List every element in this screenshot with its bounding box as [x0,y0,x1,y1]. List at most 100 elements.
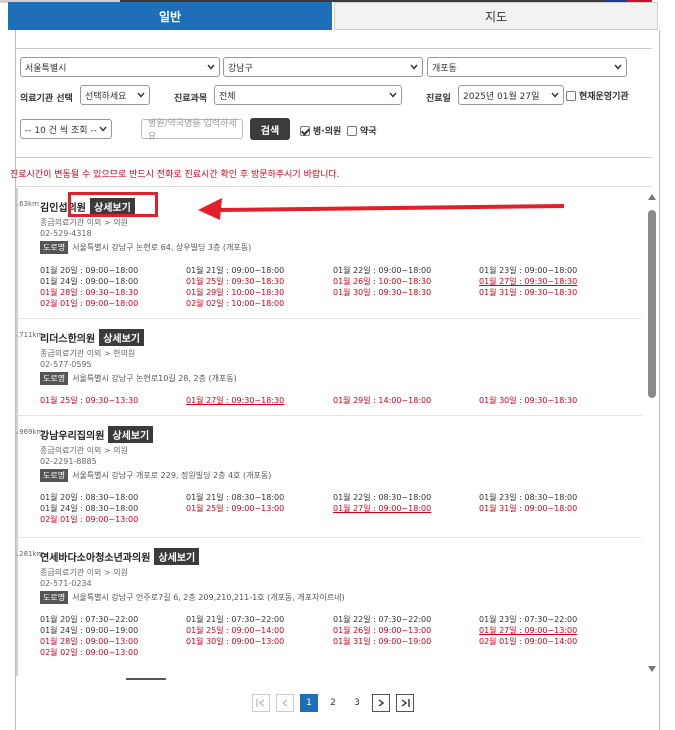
page-button-3[interactable]: 3 [348,694,366,712]
road-badge: 도로명 [40,469,69,482]
detail-button[interactable]: 상세보기 [154,548,200,565]
scroll-down-arrow-icon[interactable] [648,666,656,672]
clinic-name: 강남우리집의원 [40,431,105,442]
dong-select-value: 개포동 [432,63,457,74]
list-item: 14.969km 강남우리집의원 상세보기 종급의료기관 이외 > 의원 02-… [16,416,642,538]
hours-cell: 01월 26일 : 10:00~18:30 [333,277,432,286]
institution-select[interactable]: 선택하세요 [80,85,150,105]
hospital-clinic-checkbox[interactable]: 병·의원 [300,124,341,137]
clinic-name: 연세바다소아청소년과의원 [40,553,151,564]
clinic-phone: 02-571-0234 [40,579,92,588]
operating-checkbox[interactable]: 현재운영기관 [566,89,629,102]
hours-cell: 01월 24일 : 09:00~19:00 [40,626,139,635]
city-select-value: 서울특별시 [25,63,67,74]
double-chevron-left-icon [256,699,265,707]
clinic-address-row: 도로명 서울특별시 강남구 논현로 64, 상우빌딩 3층 (개포동) [40,241,251,254]
city-select[interactable]: 서울특별시 [20,57,220,77]
chevron-right-icon [378,699,385,707]
page-button-1[interactable]: 1 [300,694,318,712]
hours-grid: 01월 20일 : 08:30~18:00 01월 21일 : 08:30~18… [40,492,630,526]
hours-grid: 01월 25일 : 09:30~13:30 01월 27일 : 09:30~18… [40,395,630,407]
double-chevron-right-icon [401,699,410,707]
district-select[interactable]: 강남구 [223,57,423,77]
chevron-down-icon [551,92,559,98]
hours-cell: 02월 01일 : 09:00~14:00 [479,637,578,646]
road-badge: 도로명 [40,372,69,385]
hours-cell: 01월 25일 : 09:30~18:30 [186,277,285,286]
hours-cell: 02월 01일 : 09:00~13:00 [40,515,139,524]
clinic-address: 서울특별시 강남구 논현로 64, 상우빌딩 3층 (개포동) [72,243,252,252]
clinic-address-row: 도로명 서울특별시 강남구 언주로7길 6, 2층 209,210,211-1호… [40,591,345,604]
last-page-button[interactable] [396,694,414,712]
hours-cell: 02월 01일 : 09:00~18:00 [40,299,139,308]
next-page-button[interactable] [372,694,390,712]
clinic-category: 종급의료기관 이외 > 의원 [40,218,128,227]
clinic-category: 종급의료기관 이외 > 의원 [40,446,128,455]
hours-cell: 01월 24일 : 08:30~18:00 [40,504,139,513]
hospital-clinic-label: 병·의원 [313,127,342,137]
hours-cell: 01월 22일 : 08:30~18:00 [333,493,432,502]
hours-cell: 01월 30일 : 09:30~18:30 [479,396,578,405]
hours-cell: 01월 29일 : 14:00~18:00 [333,396,432,405]
clinic-name-row: 연세바다소아청소년과의원 상세보기 [40,548,200,565]
operating-checkbox-label: 현재운영기관 [579,92,629,102]
scroll-up-arrow-icon[interactable] [648,194,656,200]
page-button-2[interactable]: 2 [324,694,342,712]
district-select-value: 강남구 [228,63,253,74]
notice-text: 진료시간이 변동될 수 있으므로 반드시 전화로 진료시간 확인 후 방문하주시… [10,170,340,180]
pharmacy-label: 약국 [360,127,377,137]
department-select-value: 전체 [219,91,236,102]
annotation-highlight-box [68,192,158,217]
hours-grid: 01월 20일 : 09:00~18:00 01월 21일 : 09:00~18… [40,265,630,309]
hours-grid: 01월 20일 : 07:30~22:00 01월 21일 : 07:30~22… [40,614,630,660]
pharmacy-checkbox[interactable]: 약국 [347,124,377,137]
checkbox-icon [566,90,576,101]
hours-cell: 01월 31일 : 09:00~18:00 [479,504,578,513]
chevron-down-icon [410,64,418,70]
hours-cell: 01월 25일 : 09:00~14:00 [186,626,285,635]
hours-cell-today: 01월 27일 : 09:30~18:30 [479,277,578,286]
clinic-address: 서울특별시 강남구 개포로 229, 정원빌딩 2층 4호 (개포동) [72,471,272,480]
tab-general[interactable]: 일반 [8,2,332,30]
clinic-list: 14.63km 김인섭의원 상세보기 종급의료기관 이외 > 의원 02-529… [16,188,642,676]
chevron-down-icon [137,92,145,98]
hours-cell: 01월 23일 : 07:30~22:00 [479,615,578,624]
institution-select-value: 선택하세요 [85,91,127,102]
dong-select[interactable]: 개포동 [427,57,627,77]
hours-cell: 01월 22일 : 07:30~22:00 [333,615,432,624]
search-button[interactable]: 검색 [250,118,290,140]
chevron-down-icon [614,64,622,70]
hours-cell: 01월 20일 : 07:30~22:00 [40,615,139,624]
department-select[interactable]: 전체 [214,85,402,105]
hours-cell-today: 01월 27일 : 09:00~18:00 [333,504,432,513]
date-label: 진료일 [426,94,451,104]
horizontal-scroll-indicator[interactable] [126,678,166,680]
tab-map[interactable]: 지도 [334,2,658,30]
hours-cell-today: 01월 27일 : 09:00~13:00 [479,626,578,635]
detail-button[interactable]: 상세보기 [108,426,154,443]
detail-button[interactable]: 상세보기 [99,329,145,346]
hours-cell: 01월 25일 : 09:30~13:30 [40,396,139,405]
pagination: 1 2 3 [252,694,414,712]
per-page-select[interactable]: -- 10 건 씩 조회 -- [20,119,112,139]
hours-cell: 01월 21일 : 09:00~18:00 [186,266,285,275]
scrollbar-thumb[interactable] [648,210,656,398]
hours-cell: 01월 29일 : 10:00~18:30 [186,288,285,297]
clinic-name-row: 리더스한의원 상세보기 [40,329,145,346]
prev-page-button[interactable] [276,694,294,712]
department-label: 진료과목 [174,94,208,104]
first-page-button[interactable] [252,694,270,712]
chevron-down-icon [389,92,397,98]
hours-cell: 01월 31일 : 09:30~18:30 [479,288,578,297]
search-input[interactable]: 병원/약국명을 입력하세요 [141,119,243,142]
hours-cell: 01월 26일 : 09:00~13:00 [333,626,432,635]
clinic-address-row: 도로명 서울특별시 강남구 논현로10길 28, 2층 (개포동) [40,372,237,385]
hours-cell: 01월 22일 : 09:00~18:00 [333,266,432,275]
clinic-phone: 02-2291-8885 [40,457,97,466]
checkbox-checked-icon [300,125,310,136]
road-badge: 도로명 [40,591,69,604]
clinic-address-row: 도로명 서울특별시 강남구 개포로 229, 정원빌딩 2층 4호 (개포동) [40,469,271,482]
date-select[interactable]: 2025년 01월 27일 [458,85,564,105]
hours-cell: 01월 21일 : 07:30~22:00 [186,615,285,624]
clinic-phone: 02-577-0595 [40,360,92,369]
